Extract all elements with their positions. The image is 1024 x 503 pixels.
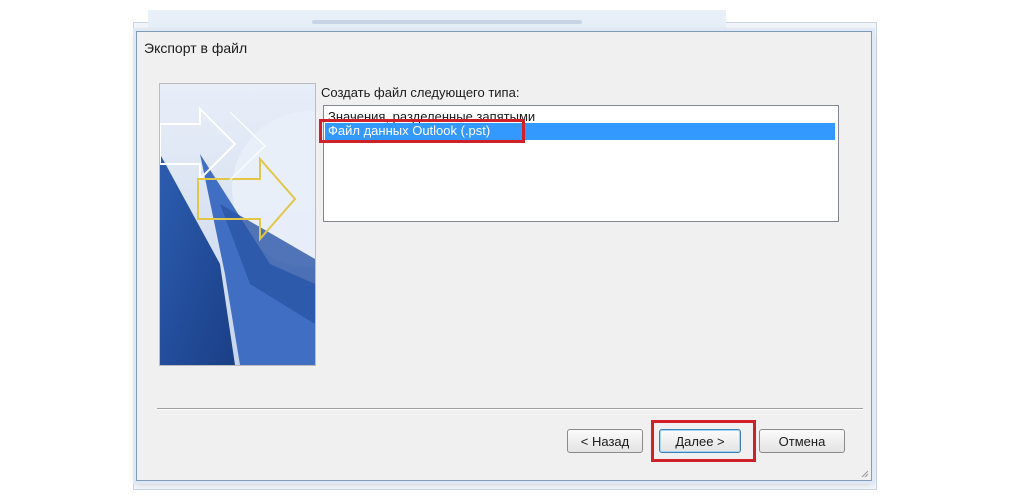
dialog-separator [157,408,863,410]
wizard-banner-image [159,83,316,366]
annotation-highlight-next [651,420,756,462]
dialog-title: Экспорт в файл [144,40,248,56]
export-dialog: Экспорт в файл Создать файл следующего т… [136,31,872,481]
arrow-graphic-icon [160,84,315,365]
back-button[interactable]: < Назад [567,429,643,453]
dialog-titlebar[interactable]: Экспорт в файл [137,32,287,65]
cancel-button[interactable]: Отмена [759,429,845,453]
resize-grip-icon[interactable] [859,468,869,478]
annotation-highlight-pst [319,119,525,143]
file-type-prompt: Создать файл следующего типа: [321,85,520,100]
